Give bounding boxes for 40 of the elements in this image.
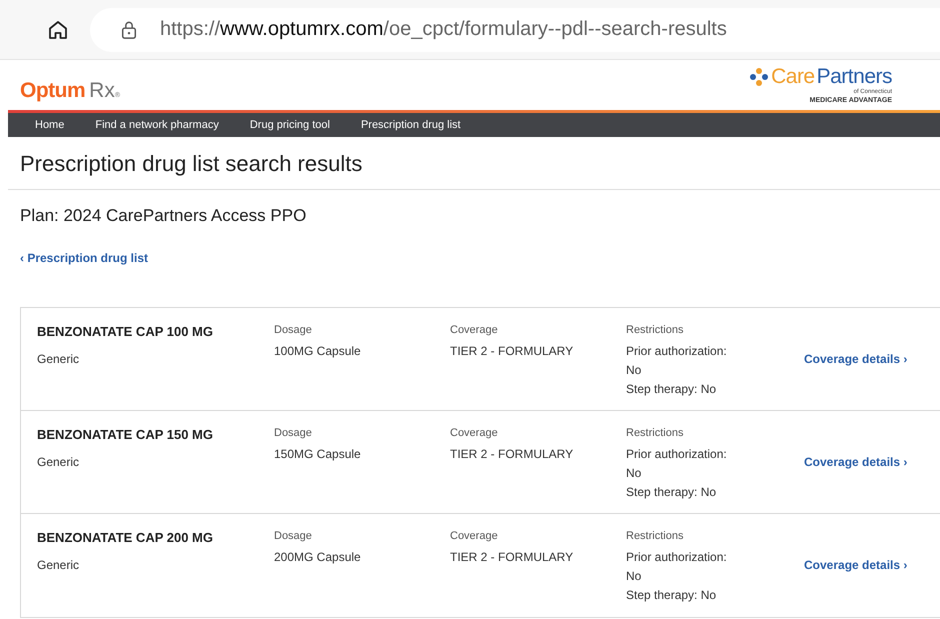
dosage-value: 150MG Capsule bbox=[274, 446, 362, 463]
prior-authorization: Prior authorization: No bbox=[626, 549, 728, 585]
dosage-value: 100MG Capsule bbox=[274, 343, 362, 360]
step-therapy: Step therapy: No bbox=[626, 587, 718, 604]
drug-type: Generic bbox=[37, 557, 80, 574]
nav-link[interactable]: Prescription drug list bbox=[360, 119, 461, 131]
dosage-value: 200MG Capsule bbox=[274, 549, 362, 566]
restrictions-label: Restrictions bbox=[626, 324, 684, 336]
step-therapy: Step therapy: No bbox=[626, 484, 718, 501]
dosage-label: Dosage bbox=[274, 324, 313, 336]
coverage-label: Coverage bbox=[450, 324, 499, 336]
coverage-details-link[interactable]: Coverage details › bbox=[804, 558, 908, 572]
coverage-value: TIER 2 - FORMULARY bbox=[450, 343, 574, 360]
prior-authorization: Prior authorization: No bbox=[626, 446, 728, 482]
coverage-details-link[interactable]: Coverage details › bbox=[804, 455, 908, 469]
dosage-label: Dosage bbox=[274, 530, 313, 542]
restrictions-label: Restrictions bbox=[626, 427, 684, 439]
coverage-value: TIER 2 - FORMULARY bbox=[450, 446, 574, 463]
coverage-label: Coverage bbox=[450, 427, 499, 439]
back-link[interactable]: ‹ Prescription drug list bbox=[8, 226, 940, 265]
address-bar[interactable]: https://www.optumrx.com/oe_cpct/formulary--pdl--search-results bbox=[90, 8, 940, 52]
drug-type: Generic bbox=[37, 351, 80, 368]
lock-icon[interactable] bbox=[120, 20, 138, 40]
restrictions-label: Restrictions bbox=[626, 530, 684, 542]
coverage-details-link[interactable]: Coverage details › bbox=[804, 352, 908, 366]
nav-link[interactable]: Drug pricing tool bbox=[250, 119, 330, 131]
dosage-label: Dosage bbox=[274, 427, 313, 439]
url-text: https://www.optumrx.com/oe_cpct/formulary--pdl--search-results bbox=[160, 18, 727, 41]
page-title: Prescription drug list search results bbox=[19, 150, 364, 178]
drug-name: BENZONATATE CAP 200 MG bbox=[37, 530, 214, 545]
plan-name: Plan: 2024 CarePartners Access PPO bbox=[19, 205, 308, 226]
prior-authorization: Prior authorization: No bbox=[626, 343, 728, 379]
nav-link[interactable]: Find a network pharmacy bbox=[95, 119, 219, 131]
coverage-label: Coverage bbox=[450, 530, 499, 542]
drug-type: Generic bbox=[37, 454, 80, 471]
nav-link[interactable]: Home bbox=[35, 119, 64, 131]
coverage-value: TIER 2 - FORMULARY bbox=[450, 549, 574, 566]
step-therapy: Step therapy: No bbox=[626, 381, 718, 398]
drug-name: BENZONATATE CAP 150 MG bbox=[37, 427, 214, 442]
drug-name: BENZONATATE CAP 100 MG bbox=[37, 324, 214, 339]
